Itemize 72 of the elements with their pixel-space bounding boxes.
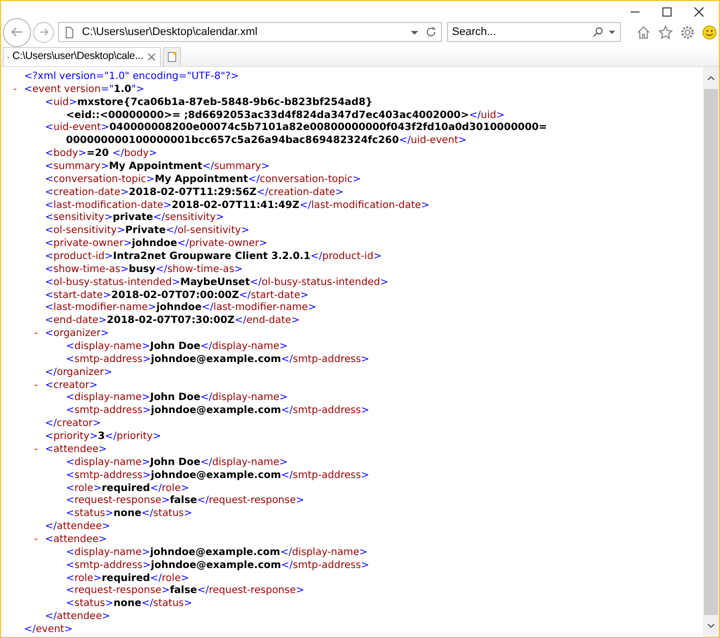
new-tab-button[interactable]: [163, 47, 181, 66]
xml-line: <role>required</role>: [66, 572, 190, 585]
collapse-toggle[interactable]: -: [11, 84, 19, 97]
xml-line: <conversation-topic>My Appointment</conversation-topic>: [45, 174, 362, 187]
xml-line: <summary>My Appointment</summary>: [45, 161, 270, 174]
xml-line: <status>none</status>: [66, 598, 192, 611]
xml-line: </attendee>: [45, 521, 110, 534]
xml-line: </attendee>: [45, 611, 110, 624]
caret-icon[interactable]: [608, 28, 616, 36]
browser-tab[interactable]: C:\Users\user\Desktop\cale... ×: [3, 47, 161, 66]
tab-close[interactable]: ×: [146, 50, 157, 64]
xml-line: <smtp-address>johndoe@example.com</smtp-address>: [66, 560, 370, 573]
xml-line: <attendee>: [45, 444, 107, 457]
down-caret-icon[interactable]: [706, 621, 716, 631]
xml-line: <organizer>: [45, 328, 109, 341]
new-tab-icon: [166, 51, 178, 63]
refresh-icon[interactable]: [425, 26, 438, 38]
xml-line: <creation-date>2018-02-07T11:29:56Z</creation-date>: [45, 186, 344, 200]
xml-line: <uid>mxstore{7ca06b1a-87eb-5848-9b6c-b823bf254ad8}: [45, 96, 373, 110]
xml-line: </creator>: [45, 418, 101, 431]
scrollbar-thumb[interactable]: [704, 89, 718, 615]
xml-line: <request-response>false</request-response>: [66, 495, 304, 508]
xml-line: <attendee>: [45, 534, 107, 547]
xml-line: <smtp-address>johndoe@example.com</smtp-address>: [66, 354, 370, 367]
xml-declaration: <?xml version="1.0" encoding="UTF-8"?>: [24, 71, 239, 84]
xml-line: <display-name>John Doe</display-name>: [66, 392, 288, 405]
xml-line: <product-id>Intra2net Groupware Client 3.2.0.1</product-id>: [45, 251, 382, 264]
home-icon[interactable]: [636, 24, 652, 40]
xml-line: <private-owner>johndoe</private-owner>: [45, 238, 268, 251]
address-bar[interactable]: C:\Users\user\Desktop\calendar.xml: [58, 22, 442, 42]
xml-line: <display-name>johndoe@example.com</display-name>: [66, 546, 368, 560]
xml-line: <start-date>2018-02-07T07:00:00Z</start-date>: [45, 290, 309, 302]
xml-line: </event>: [24, 624, 73, 637]
settings-icon[interactable]: [680, 24, 696, 40]
xml-line: <ol-sensitivity>Private</ol-sensitivity>: [45, 225, 250, 238]
xml-line: <smtp-address>johndoe@example.com</smtp-address>: [66, 405, 370, 418]
close-icon[interactable]: [693, 6, 705, 18]
xml-line: <display-name>John Doe</display-name>: [66, 341, 288, 354]
collapse-toggle[interactable]: -: [32, 328, 40, 342]
smiley-icon[interactable]: [702, 24, 718, 40]
xml-line: <sensitivity>private</sensitivity>: [45, 212, 224, 225]
collapse-toggle[interactable]: -: [32, 380, 40, 392]
xml-line: <priority>3</priority>: [45, 431, 162, 444]
search-field[interactable]: Search...: [452, 24, 588, 40]
collapse-toggle[interactable]: -: [32, 534, 40, 547]
xml-line: <end-date>2018-02-07T07:30:00Z</end-date>: [45, 315, 300, 328]
xml-line: <body>=20 </body>: [45, 148, 158, 161]
xml-line: <show-time-as>busy</show-time-as>: [45, 264, 243, 277]
up-caret-icon[interactable]: [706, 73, 716, 83]
tab-title: C:\Users\user\Desktop\cale...: [12, 49, 144, 64]
forward-arrow-icon: [38, 26, 50, 38]
search-bar[interactable]: Search...: [447, 22, 622, 42]
xml-line: <last-modification-date>2018-02-07T11:41:49Z</last-modification-date>: [45, 200, 430, 212]
xml-line: <display-name>John Doe</display-name>: [66, 456, 288, 470]
xml-line: <eid::<00000000>= ;8d6692053ac33d4f824da347d7ec403ac4002000></uid>: [66, 110, 505, 122]
xml-line: <ol-busy-status-intended>MaybeUnset</ol-busy-status-intended>: [45, 276, 388, 290]
xml-line: </organizer>: [45, 366, 112, 380]
xml-line: <uid-event>040000008200e00074c5b7101a82e00800000000f043f2fd10a0d3010000000=: [45, 122, 548, 135]
xml-line: <smtp-address>johndoe@example.com</smtp-address>: [66, 470, 370, 482]
xml-line: <event version="1.0">: [24, 84, 144, 97]
collapse-toggle[interactable]: -: [32, 444, 40, 457]
xml-line: 000000000100000001bcc657c5a26a94bac869482324fc260</uid-event>: [66, 135, 467, 148]
xml-line: <last-modifier-name>johndoe</last-modifier-name>: [45, 302, 316, 315]
address-text: C:\Users\user\Desktop\calendar.xml: [82, 24, 258, 40]
maximize-icon[interactable]: [661, 6, 673, 18]
search-icon[interactable]: [592, 26, 604, 38]
xml-line: <role>required</role>: [66, 482, 190, 495]
xml-line: <creator>: [45, 380, 98, 392]
star-icon[interactable]: [658, 24, 674, 40]
scrollbar[interactable]: [703, 67, 719, 637]
xml-line: <request-response>false</request-response>: [66, 585, 304, 598]
xml-line: <status>none</status>: [66, 508, 192, 521]
